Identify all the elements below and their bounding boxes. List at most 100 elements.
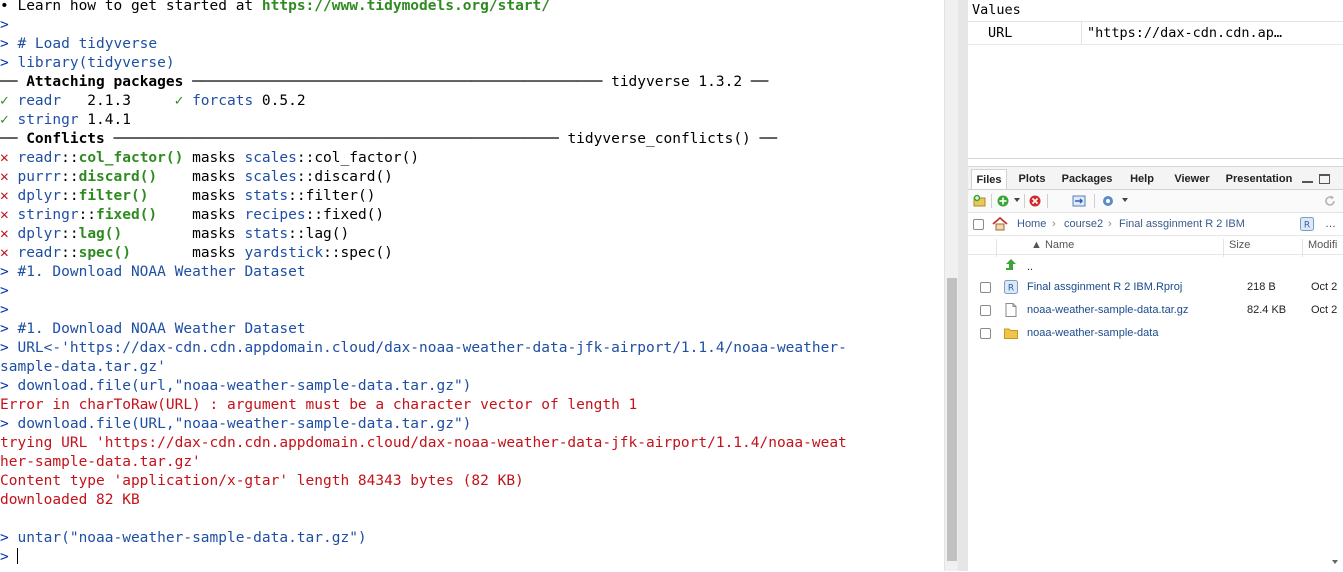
pane-tab-bar: Files Plots Packages Help Viewer Present… [968, 167, 1343, 190]
console-text: Error in charToRaw(URL) : argument must … [0, 397, 638, 413]
breadcrumb-course2[interactable]: course2 [1064, 218, 1103, 230]
console-text: ── [0, 74, 27, 90]
breadcrumb-home[interactable]: Home [1017, 218, 1046, 230]
modified-column-header[interactable]: Modifi [1308, 239, 1337, 251]
gear-icon[interactable] [1101, 194, 1115, 208]
parent-directory-row[interactable]: .. [968, 254, 1343, 277]
select-all-checkbox[interactable] [973, 219, 984, 230]
tab-help[interactable]: Help [1121, 169, 1163, 189]
file-size: 82.4 KB [1247, 304, 1287, 316]
console-line: sample-data.tar.gz' [0, 358, 940, 377]
rename-icon[interactable] [1072, 194, 1086, 208]
svg-text:R: R [1008, 284, 1014, 294]
console-input-cursor[interactable] [17, 548, 19, 564]
pane-splitter[interactable] [958, 0, 968, 571]
console-scrollbar[interactable] [944, 0, 959, 571]
minimize-pane-icon[interactable] [1302, 176, 1313, 183]
console-text: > [0, 321, 18, 337]
console-text: ✕ [0, 207, 18, 223]
console-text: readr [17, 245, 62, 261]
console-line: > untar("noaa-weather-sample-data.tar.gz… [0, 529, 940, 548]
tab-viewer[interactable]: Viewer [1167, 169, 1217, 189]
console-text: > [0, 55, 18, 71]
refresh-icon[interactable] [1323, 194, 1337, 208]
console-text: 2.1.3 [78, 93, 175, 109]
files-toolbar [968, 190, 1343, 213]
delete-icon[interactable] [1028, 194, 1042, 208]
console-text: ── [0, 131, 27, 147]
console-text: :: [61, 245, 79, 261]
toolbar-divider [1024, 194, 1025, 208]
toolbar-divider [1047, 194, 1048, 208]
console-text: ✕ [0, 169, 18, 185]
file-name-link[interactable]: noaa-weather-sample-data.tar.gz [1027, 304, 1188, 316]
toolbar-divider [991, 194, 992, 208]
env-variable-row[interactable]: URL "https://dax-cdn.cdn.ap… [968, 22, 1343, 45]
console-text: > [0, 264, 18, 280]
console-text: :: [61, 169, 79, 185]
console-pane[interactable]: • Learn how to get started at https://ww… [0, 0, 944, 571]
chevron-down-icon[interactable] [1122, 198, 1128, 202]
toolbar-divider [1094, 194, 1095, 208]
console-text: stats [244, 188, 289, 204]
console-text: ✕ [0, 245, 18, 261]
console-text: purrr [17, 169, 62, 185]
console-text: ::discard() [296, 169, 393, 185]
console-text: recipes [244, 207, 306, 223]
console-text: > [0, 36, 18, 52]
file-checkbox[interactable] [980, 328, 991, 339]
scroll-down-icon[interactable] [1332, 560, 1338, 564]
file-name-link[interactable]: Final assginment R 2 IBM.Rproj [1027, 281, 1182, 293]
more-icon[interactable]: … [1325, 218, 1336, 230]
folder-icon [1004, 328, 1018, 339]
console-text: ────────────────────────────────────────… [104, 131, 777, 147]
tab-plots[interactable]: Plots [1011, 169, 1053, 189]
console-text: :: [61, 188, 79, 204]
maximize-pane-icon[interactable] [1319, 174, 1330, 184]
file-size: 218 B [1247, 281, 1276, 293]
size-column-header[interactable]: Size [1229, 239, 1250, 251]
tab-files[interactable]: Files [971, 169, 1007, 189]
console-text: Attaching packages [26, 74, 184, 90]
console-text: • Learn how to get started at [0, 0, 262, 14]
file-checkbox[interactable] [980, 305, 991, 316]
console-text: readr [17, 150, 62, 166]
environment-pane: Values URL "https://dax-cdn.cdn.ap… [968, 0, 1343, 159]
new-blank-file-icon[interactable] [996, 194, 1010, 208]
breadcrumb-current[interactable]: Final assginment R 2 IBM [1119, 218, 1245, 230]
tab-packages[interactable]: Packages [1057, 169, 1117, 189]
console-text: :: [78, 207, 97, 223]
console-text: masks [157, 207, 245, 223]
file-row[interactable]: noaa-weather-sample-data.tar.gz 82.4 KB … [968, 299, 1343, 322]
console-text: masks [148, 188, 245, 204]
console-line: trying URL 'https://dax-cdn.cdn.appdomai… [0, 434, 940, 453]
console-text: #1. Download NOAA Weather Dataset [17, 321, 306, 337]
file-row[interactable]: noaa-weather-sample-data [968, 322, 1343, 345]
file-name-link[interactable]: noaa-weather-sample-data [1027, 327, 1158, 339]
new-folder-icon[interactable] [973, 194, 987, 208]
console-text: forcats [192, 93, 254, 109]
home-icon[interactable] [992, 217, 1008, 231]
svg-text:R: R [1304, 221, 1310, 231]
chevron-down-icon[interactable] [1014, 198, 1020, 202]
console-text: yardstick [244, 245, 324, 261]
console-text: downloaded 82 KB [0, 492, 140, 508]
console-line: > [0, 16, 940, 35]
console-line: > library(tidyverse) [0, 54, 940, 73]
console-line: Error in charToRaw(URL) : argument must … [0, 396, 940, 415]
console-output: • Learn how to get started at https://ww… [0, 0, 940, 567]
file-row[interactable]: R Final assginment R 2 IBM.Rproj 218 B O… [968, 276, 1343, 299]
r-project-icon[interactable]: R [1300, 217, 1314, 231]
console-text: 0.5.2 [253, 93, 306, 109]
console-scroll-thumb[interactable] [947, 278, 957, 561]
console-text: untar("noaa-weather-sample-data.tar.gz") [17, 530, 367, 546]
console-text: sample-data.tar.gz' [0, 359, 166, 375]
console-text: #1. Download NOAA Weather Dataset [17, 264, 306, 280]
name-column-header[interactable]: ▲ Name [1031, 239, 1074, 251]
values-header: Values [968, 0, 1343, 22]
console-text: > [0, 340, 18, 356]
console-text: stringr [17, 207, 79, 223]
file-checkbox[interactable] [980, 282, 991, 293]
console-line: ── Conflicts ───────────────────────────… [0, 130, 940, 149]
tab-presentation[interactable]: Presentation [1221, 169, 1297, 189]
